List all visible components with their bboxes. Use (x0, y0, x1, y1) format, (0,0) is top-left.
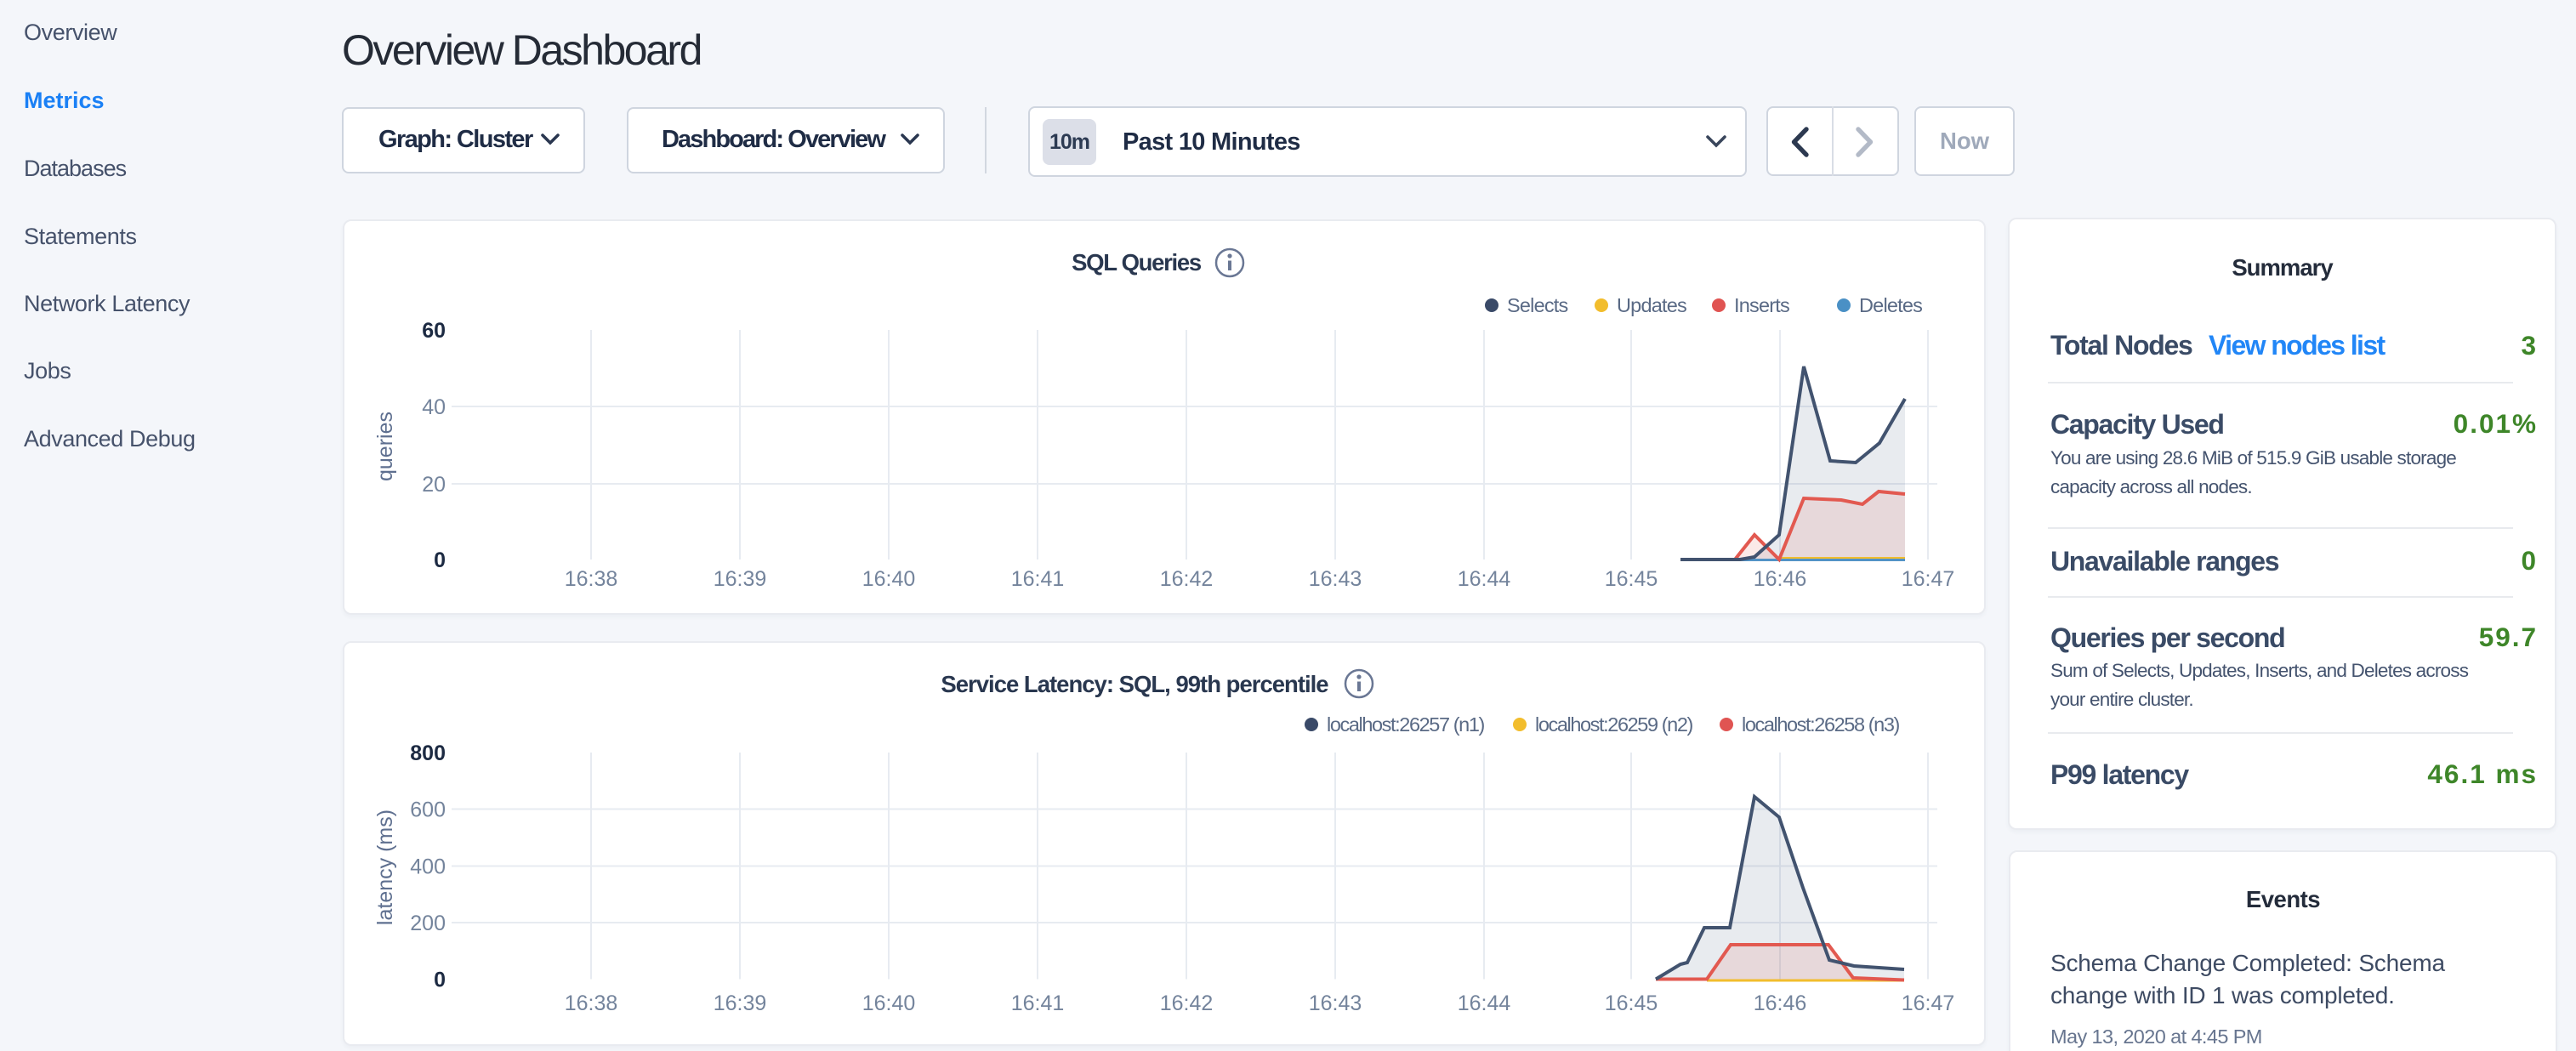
svg-text:16:39: 16:39 (714, 991, 767, 1015)
svg-text:16:38: 16:38 (565, 991, 618, 1015)
svg-text:Selects: Selects (1507, 294, 1568, 316)
svg-text:Service Latency: SQL, 99th per: Service Latency: SQL, 99th percentile (941, 671, 1328, 697)
svg-text:SQL Queries: SQL Queries (1072, 249, 1202, 276)
svg-text:16:38: 16:38 (565, 567, 618, 591)
svg-text:0: 0 (434, 969, 446, 992)
svg-text:localhost:26259 (n2): localhost:26259 (n2) (1535, 713, 1693, 736)
svg-text:800: 800 (410, 741, 446, 765)
svg-text:16:44: 16:44 (1458, 991, 1511, 1015)
svg-text:16:40: 16:40 (862, 991, 916, 1015)
svg-text:Deletes: Deletes (1859, 294, 1922, 316)
svg-text:40: 40 (422, 395, 446, 419)
svg-text:16:44: 16:44 (1458, 567, 1511, 591)
svg-text:400: 400 (410, 855, 446, 879)
svg-text:200: 200 (410, 912, 446, 935)
svg-text:localhost:26257 (n1): localhost:26257 (n1) (1327, 713, 1485, 736)
svg-text:16:47: 16:47 (1902, 567, 1955, 591)
svg-text:600: 600 (410, 798, 446, 822)
svg-text:16:45: 16:45 (1605, 991, 1658, 1015)
svg-text:16:39: 16:39 (714, 567, 767, 591)
svg-text:20: 20 (422, 473, 446, 497)
svg-text:16:43: 16:43 (1309, 567, 1362, 591)
svg-text:16:46: 16:46 (1754, 567, 1807, 591)
svg-text:latency (ms): latency (ms) (373, 810, 397, 925)
svg-text:60: 60 (422, 319, 446, 343)
svg-text:16:42: 16:42 (1160, 991, 1214, 1015)
svg-text:16:42: 16:42 (1160, 567, 1214, 591)
svg-text:16:47: 16:47 (1902, 991, 1955, 1015)
svg-text:0: 0 (434, 548, 446, 572)
svg-text:16:43: 16:43 (1309, 991, 1362, 1015)
svg-text:16:40: 16:40 (862, 567, 916, 591)
svg-text:16:46: 16:46 (1754, 991, 1807, 1015)
svg-text:Updates: Updates (1617, 294, 1686, 316)
svg-text:16:45: 16:45 (1605, 567, 1658, 591)
svg-text:Inserts: Inserts (1734, 294, 1789, 316)
svg-text:queries: queries (373, 412, 397, 481)
svg-text:localhost:26258 (n3): localhost:26258 (n3) (1742, 713, 1900, 736)
svg-text:16:41: 16:41 (1011, 567, 1065, 591)
svg-text:16:41: 16:41 (1011, 991, 1065, 1015)
